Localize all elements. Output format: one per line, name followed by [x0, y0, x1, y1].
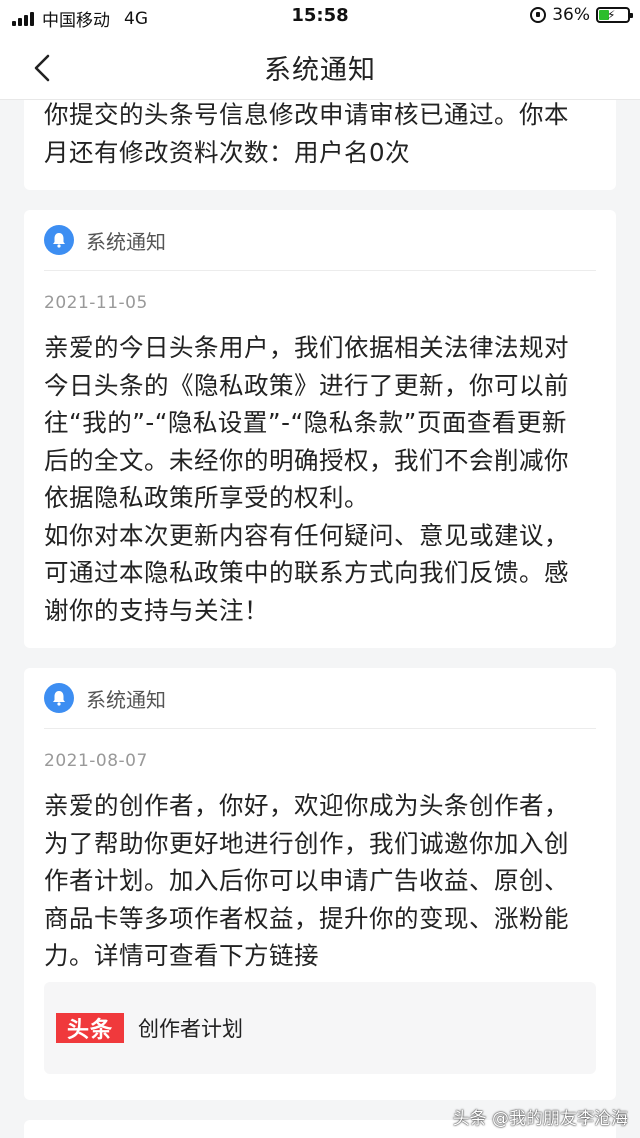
card-text-line: 亲爱的今日头条用户，我们依据相关法律法规对	[44, 333, 569, 362]
notification-card: 你提交的头条号信息修改申请审核已通过。你本 月还有修改资料次数：用户名0次	[24, 100, 616, 190]
card-header: 系统通知	[24, 210, 616, 270]
card-text-line: 往“我的”-“隐私设置”-“隐私条款”页面查看更新	[44, 408, 567, 437]
card-text-line: 作者计划。加入后你可以申请广告收益、原创、	[44, 866, 569, 895]
page-title: 系统通知	[264, 55, 376, 86]
divider	[44, 270, 596, 271]
nav-bar: 系统通知	[0, 32, 640, 100]
card-text-line: 力。详情可查看下方链接	[44, 941, 319, 970]
notification-card: 系统通知 2021-11-05 亲爱的今日头条用户，我们依据相关法律法规对 今日…	[24, 210, 616, 648]
card-text-line: 商品卡等多项作者权益，提升你的变现、涨粉能	[44, 903, 569, 933]
creator-plan-link[interactable]: 头条 创作者计划	[44, 982, 596, 1074]
divider	[44, 728, 596, 729]
card-text-line: 可通过本隐私政策中的联系方式向我们反馈。感	[44, 558, 569, 587]
card-source: 系统通知	[86, 687, 166, 712]
toutiao-logo: 头条	[56, 1013, 124, 1043]
card-text-line: 后的全文。未经你的明确授权，我们不会削减你	[44, 445, 569, 475]
card-text-line: 谢你的支持与关注！	[44, 595, 269, 625]
battery-icon: ⚡	[596, 7, 633, 23]
card-source: 系统通知	[86, 229, 166, 254]
card-text-line: 为了帮助你更好地进行创作，我们诚邀你加入创	[44, 828, 569, 858]
notification-date: 2021-08-07	[44, 751, 148, 771]
rotation-lock-icon	[530, 7, 547, 23]
card-text-line: 你提交的头条号信息修改申请审核已通过。你本	[44, 100, 569, 129]
watermark: 头条 @我的朋友李沧海	[452, 1109, 628, 1129]
bell-icon	[44, 225, 74, 255]
notification-date: 2021-11-05	[44, 293, 148, 313]
bell-icon	[44, 683, 74, 713]
card-text-line: 月还有修改资料次数：用户名0次	[44, 137, 411, 167]
card-header: 系统通知	[24, 668, 616, 728]
notification-body: 亲爱的创作者，你好，欢迎你成为头条创作者， 为了帮助你更好地进行创作，我们诚邀你…	[24, 771, 616, 975]
status-bar: 中国移动 4G 15:58 36% ⚡	[0, 0, 640, 32]
notification-card: 系统通知 2021-08-07 亲爱的创作者，你好，欢迎你成为头条创作者， 为了…	[24, 668, 616, 1100]
card-text-line: 亲爱的创作者，你好，欢迎你成为头条创作者，	[44, 791, 569, 820]
card-text-line: 今日头条的《隐私政策》进行了更新，你可以前	[44, 370, 569, 400]
card-text-line: 如你对本次更新内容有任何疑问、意见或建议，	[44, 520, 569, 550]
notification-body: 亲爱的今日头条用户，我们依据相关法律法规对 今日头条的《隐私政策》进行了更新，你…	[24, 313, 616, 629]
card-text-line: 依据隐私政策所享受的权利。	[44, 483, 369, 512]
link-label: 创作者计划	[138, 1017, 243, 1041]
battery-percent: 36%	[552, 5, 590, 25]
